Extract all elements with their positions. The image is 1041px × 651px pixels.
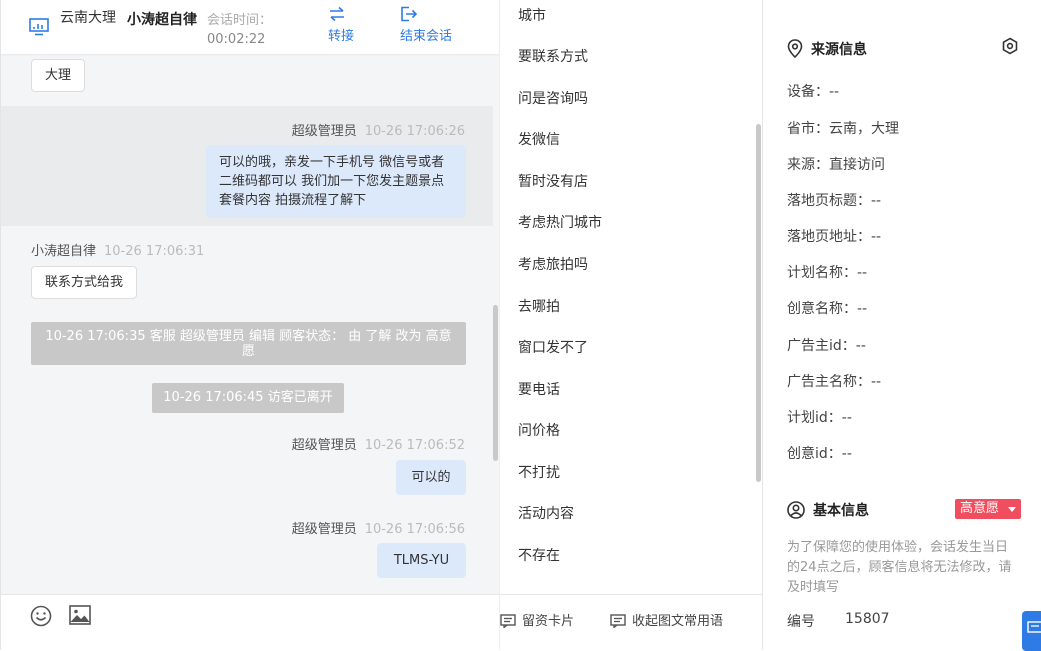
source-info-title: 来源信息 bbox=[787, 39, 867, 59]
message-text: 联系方式给我 bbox=[45, 275, 124, 290]
message-list[interactable]: 大理 超级管理员 10-26 17:06:26 可以的哦，亲发一下手机号 微信号或… bbox=[1, 54, 493, 594]
quick-phrase-item[interactable]: 去哪拍 bbox=[518, 296, 560, 316]
info-creative-name: 创意名称：-- bbox=[787, 301, 868, 317]
message-meta: 超级管理员 10-26 17:06:26 bbox=[292, 120, 465, 139]
message-bubble-agent: 可以的 bbox=[396, 460, 466, 495]
info-creative-id: 创意id：-- bbox=[787, 446, 852, 462]
message-text: 可以的哦，亲发一下手机号 微信号或者二维码都可以 我们加一下您发主题景点 套餐内… bbox=[219, 155, 445, 208]
message-meta: 小涛超自律 10-26 17:06:31 bbox=[31, 240, 204, 259]
sender-name: 超级管理员 bbox=[291, 438, 357, 453]
info-plan-id: 计划id：-- bbox=[787, 410, 852, 426]
end-session-label: 结束会话 bbox=[400, 29, 453, 44]
quick-phrase-item[interactable]: 要联系方式 bbox=[518, 46, 588, 66]
collapse-phrases-button[interactable]: 收起图文常用语 bbox=[610, 610, 723, 629]
message-meta: 超级管理员 10-26 17:06:56 bbox=[292, 518, 465, 537]
user-circle-icon bbox=[787, 501, 805, 519]
transfer-icon bbox=[330, 6, 344, 22]
message-text: 大理 bbox=[45, 68, 72, 83]
quick-phrase-item[interactable]: 要电话 bbox=[518, 379, 560, 399]
customer-id-label: 编号 bbox=[787, 614, 815, 630]
message-text: TLMS-YU bbox=[393, 553, 450, 568]
lead-card-button[interactable]: 留资卡片 bbox=[500, 610, 574, 629]
chat-pane: 大理 超级管理员 10-26 17:06:26 可以的哦，亲发一下手机号 微信号或… bbox=[0, 0, 499, 650]
phrase-footer: 留资卡片 收起图文常用语 bbox=[500, 594, 763, 650]
quick-phrase-item[interactable]: 问价格 bbox=[518, 420, 560, 440]
basic-info-title: 基本信息 bbox=[787, 500, 869, 520]
info-advertiser-id: 广告主id：-- bbox=[787, 338, 866, 354]
floating-feedback-button[interactable] bbox=[1022, 611, 1041, 651]
info-device: 设备：-- bbox=[787, 84, 840, 100]
system-message-text: 10-26 17:06:35 客服 超级管理员 编辑 顾客状态： 由 了解 改为… bbox=[45, 329, 452, 359]
customer-id-value: 15807 bbox=[845, 611, 890, 627]
quick-phrase-panel: 城市 要联系方式 问是咨询吗 发微信 暂时没有店 考虑热门城市 考虑旅拍吗 去哪… bbox=[499, 0, 763, 650]
session-time-value: 00:02:22 bbox=[207, 32, 266, 47]
smiley-icon[interactable] bbox=[30, 605, 52, 627]
message-bubble-visitor: 大理 bbox=[31, 59, 86, 92]
lead-card-label: 留资卡片 bbox=[522, 614, 575, 629]
message-bubble-visitor: 联系方式给我 bbox=[31, 266, 138, 299]
sender-name: 超级管理员 bbox=[291, 522, 357, 537]
message-text: 可以的 bbox=[411, 470, 451, 485]
transfer-button[interactable]: 转接 bbox=[328, 6, 354, 44]
info-plan-name: 计划名称：-- bbox=[787, 265, 868, 281]
session-time-label: 会话时间： bbox=[207, 13, 273, 28]
system-message: 10-26 17:06:45 访客已离开 bbox=[152, 383, 344, 413]
logout-icon bbox=[401, 6, 418, 22]
location-pin-icon bbox=[787, 39, 803, 59]
info-province-city: 省市：云南，大理 bbox=[787, 121, 899, 137]
system-message-text: 10-26 17:06:45 访客已离开 bbox=[163, 390, 333, 405]
edit-deadline-note: 为了保障您的使用体验，会话发生当日的24点之后，顾客信息将无法修改，请及时填写 bbox=[787, 540, 1012, 595]
message-meta: 超级管理员 10-26 17:06:52 bbox=[292, 434, 465, 453]
quick-phrase-item[interactable]: 城市 bbox=[518, 5, 546, 25]
message-time: 10-26 17:06:52 bbox=[364, 438, 465, 453]
composer-toolbar bbox=[1, 594, 499, 650]
message-icon bbox=[1027, 621, 1041, 633]
sender-name: 小涛超自律 bbox=[31, 244, 97, 259]
basic-info-label: 基本信息 bbox=[813, 503, 869, 519]
message-bubble-agent: TLMS-YU bbox=[377, 543, 466, 578]
visitor-location: 云南大理 bbox=[60, 10, 116, 26]
quick-phrase-item[interactable]: 窗口发不了 bbox=[518, 337, 588, 357]
visitor-info-panel: 来源信息 设备：-- 省市：云南，大理 来源：直接访问 落地页标题：-- 落地页… bbox=[762, 0, 1041, 650]
transfer-label: 转接 bbox=[328, 29, 355, 44]
quick-phrase-item[interactable]: 不打扰 bbox=[518, 462, 560, 482]
message-time: 10-26 17:06:31 bbox=[104, 244, 205, 259]
info-landing-title: 落地页标题：-- bbox=[787, 193, 882, 209]
session-header: 云南大理 小涛超自律 会话时间： 00:02:22 转接 结束会话 bbox=[1, 0, 499, 54]
info-advertiser-name: 广告主名称：-- bbox=[787, 374, 882, 390]
phrase-scrollbar[interactable] bbox=[756, 124, 761, 482]
sender-name: 超级管理员 bbox=[291, 124, 357, 139]
intent-status-dropdown[interactable]: 高意愿 bbox=[955, 499, 1021, 519]
visitor-name: 小涛超自律 bbox=[127, 12, 197, 28]
quick-phrase-item[interactable]: 暂时没有店 bbox=[518, 171, 588, 191]
quick-phrase-item[interactable]: 问是咨询吗 bbox=[518, 88, 588, 108]
settings-hexagon-icon[interactable] bbox=[1001, 37, 1019, 55]
collapse-phrases-label: 收起图文常用语 bbox=[632, 614, 724, 629]
info-landing-url: 落地页地址：-- bbox=[787, 229, 882, 245]
caret-down-icon bbox=[1008, 507, 1016, 512]
quick-phrase-item[interactable]: 活动内容 bbox=[518, 503, 574, 523]
system-message: 10-26 17:06:35 客服 超级管理员 编辑 顾客状态： 由 了解 改为… bbox=[31, 322, 466, 365]
message-time: 10-26 17:06:56 bbox=[364, 522, 465, 537]
quick-phrase-item[interactable]: 考虑热门城市 bbox=[518, 212, 602, 232]
image-icon[interactable] bbox=[69, 605, 91, 625]
message-bubble-agent: 可以的哦，亲发一下手机号 微信号或者二维码都可以 我们加一下您发主题景点 套餐内… bbox=[206, 145, 466, 218]
monitor-icon bbox=[29, 18, 49, 36]
end-session-button[interactable]: 结束会话 bbox=[400, 6, 452, 44]
source-info-label: 来源信息 bbox=[811, 42, 867, 58]
info-source: 来源：直接访问 bbox=[787, 157, 885, 173]
message-time: 10-26 17:06:26 bbox=[364, 124, 465, 139]
chat-scrollbar[interactable] bbox=[493, 305, 498, 461]
intent-status-value: 高意愿 bbox=[960, 501, 1000, 516]
quick-phrase-item[interactable]: 发微信 bbox=[518, 129, 560, 149]
message-card-icon bbox=[610, 614, 626, 629]
quick-phrase-item[interactable]: 考虑旅拍吗 bbox=[518, 254, 588, 274]
quick-phrase-item[interactable]: 不存在 bbox=[518, 545, 560, 565]
message-card-icon bbox=[500, 614, 516, 629]
